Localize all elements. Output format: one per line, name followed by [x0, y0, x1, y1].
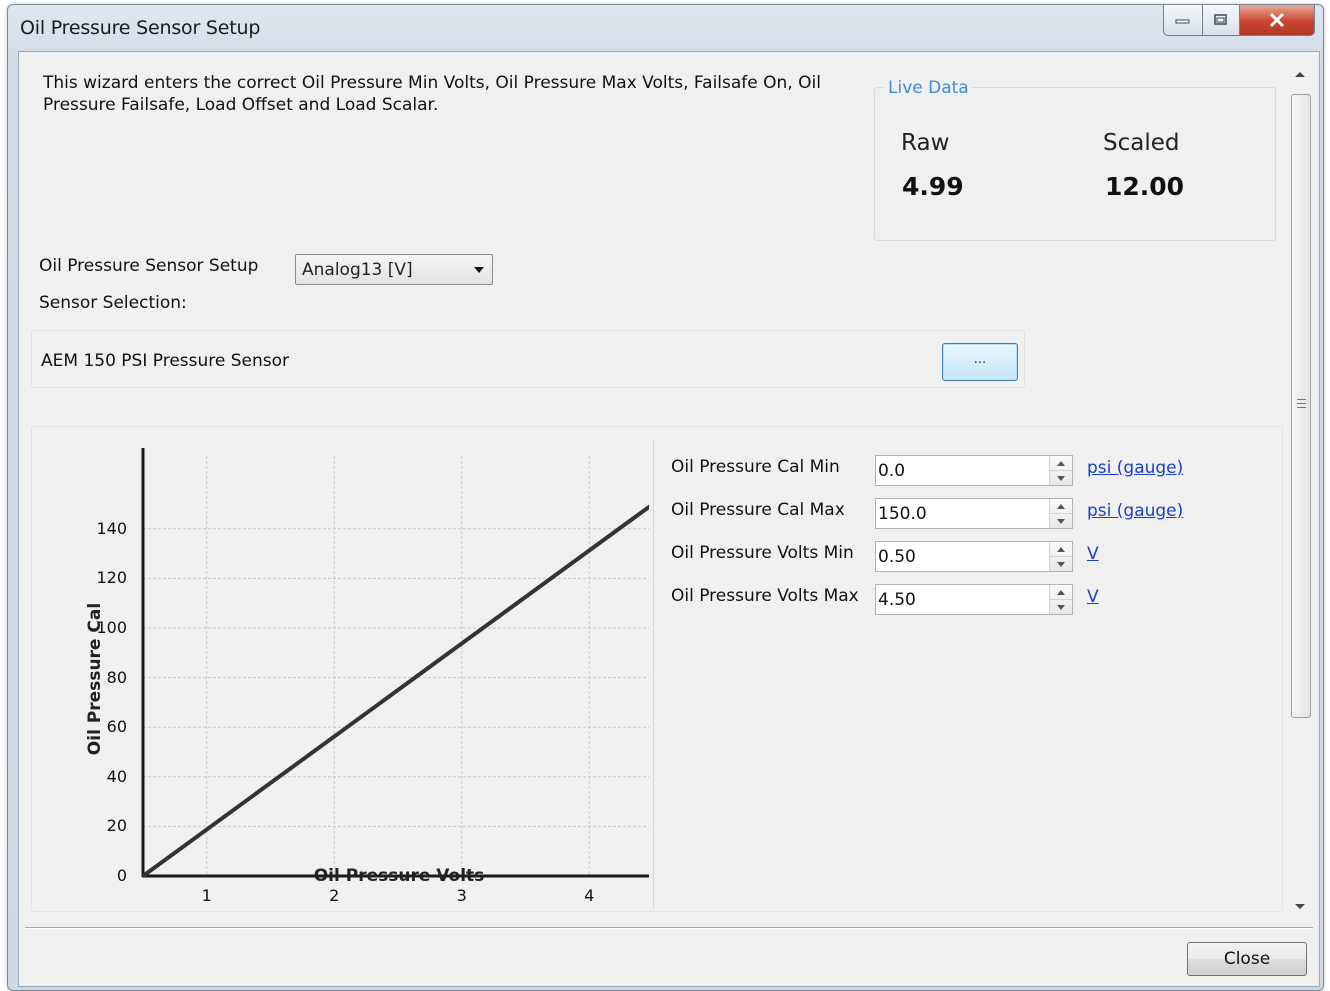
dialog-window: Oil Pressure Sensor Setup This wizard en… [7, 4, 1324, 991]
volts-max-unit-link[interactable]: V [1087, 587, 1099, 607]
x-tick-label: 1 [201, 886, 212, 905]
x-tick-label: 4 [584, 886, 595, 905]
cal-max-unit-link[interactable]: psi (gauge) [1087, 501, 1183, 521]
chart-canvas [141, 448, 649, 878]
sensor-name: AEM 150 PSI Pressure Sensor [41, 351, 290, 371]
spin-down-button[interactable] [1050, 514, 1072, 528]
cal-min-input[interactable]: 0.0 [875, 455, 1073, 486]
spin-down-button[interactable] [1050, 471, 1072, 485]
cal-max-stepper[interactable] [1049, 499, 1072, 528]
dialog-client-area: This wizard enters the correct Oil Press… [18, 51, 1320, 987]
maximize-button[interactable] [1203, 5, 1240, 36]
cal-min-stepper[interactable] [1049, 456, 1072, 485]
volts-max-stepper[interactable] [1049, 585, 1072, 614]
close-button[interactable]: Close [1187, 942, 1307, 976]
volts-min-unit-link[interactable]: V [1087, 544, 1099, 564]
browse-sensor-button[interactable]: ... [942, 343, 1018, 381]
panel-divider [653, 440, 654, 908]
wizard-description: This wizard enters the correct Oil Press… [43, 73, 821, 115]
close-icon [1269, 12, 1285, 28]
y-tick-label: 20 [106, 816, 127, 836]
spin-up-button[interactable] [1050, 499, 1072, 514]
arrow-down-icon [1057, 518, 1065, 524]
y-tick-label: 140 [96, 518, 127, 538]
raw-label: Raw [901, 130, 950, 156]
x-tick-label: 2 [329, 886, 340, 905]
sensor-selection-label: Sensor Selection: [39, 293, 187, 313]
spin-up-button[interactable] [1050, 585, 1072, 600]
maximize-icon [1214, 14, 1227, 25]
volts-min-input[interactable]: 0.50 [875, 541, 1073, 572]
cal-min-unit-link[interactable]: psi (gauge) [1087, 458, 1183, 478]
arrow-up-icon [1057, 589, 1065, 595]
arrow-down-icon [1057, 604, 1065, 610]
cal-max-input[interactable]: 150.0 [875, 498, 1073, 529]
volts-min-stepper[interactable] [1049, 542, 1072, 571]
volts-max-label: Oil Pressure Volts Max [671, 586, 859, 606]
vertical-scrollbar[interactable] [1287, 62, 1315, 920]
cal-max-label: Oil Pressure Cal Max [671, 500, 845, 520]
live-data-group [874, 87, 1276, 241]
raw-value: 4.99 [902, 172, 964, 201]
close-window-button[interactable] [1240, 5, 1315, 36]
scaled-label: Scaled [1103, 130, 1180, 156]
arrow-up-icon [1057, 460, 1065, 466]
series-line [141, 504, 649, 878]
spin-up-button[interactable] [1050, 542, 1072, 557]
volts-max-value: 4.50 [878, 590, 916, 610]
live-data-title: Live Data [885, 78, 972, 98]
cal-max-value: 150.0 [878, 504, 927, 524]
arrow-down-icon [1057, 475, 1065, 481]
y-tick-label: 0 [116, 866, 127, 885]
sensor-setup-label: Oil Pressure Sensor Setup [39, 256, 259, 276]
dropdown-value: Analog13 [V] [302, 260, 413, 280]
scroll-down-icon[interactable] [1295, 904, 1305, 909]
sensor-setup-dropdown[interactable]: Analog13 [V] [295, 254, 493, 285]
arrow-down-icon [1057, 561, 1065, 567]
footer-divider [25, 927, 1313, 929]
minimize-button[interactable] [1163, 5, 1203, 36]
x-axis-label: Oil Pressure Volts [313, 866, 485, 886]
y-axis-label: Oil Pressure Cal [85, 602, 105, 756]
sensor-selection-panel: AEM 150 PSI Pressure Sensor ... [31, 330, 1025, 388]
minimize-icon [1175, 19, 1190, 24]
cal-min-label: Oil Pressure Cal Min [671, 457, 840, 477]
grip-icon [1297, 399, 1306, 410]
x-tick-label: 3 [456, 886, 467, 905]
scaled-value: 12.00 [1105, 172, 1185, 201]
arrow-up-icon [1057, 546, 1065, 552]
spin-down-button[interactable] [1050, 600, 1072, 614]
arrow-up-icon [1057, 503, 1065, 509]
window-title: Oil Pressure Sensor Setup [20, 17, 261, 39]
scroll-up-icon[interactable] [1295, 72, 1305, 77]
cal-min-value: 0.0 [878, 461, 906, 481]
caption-buttons [1163, 5, 1315, 36]
chevron-down-icon [474, 267, 484, 273]
spin-up-button[interactable] [1050, 456, 1072, 471]
volts-min-value: 0.50 [878, 547, 916, 567]
title-bar[interactable]: Oil Pressure Sensor Setup [8, 5, 1323, 49]
scroll-thumb[interactable] [1291, 94, 1311, 718]
volts-min-label: Oil Pressure Volts Min [671, 543, 854, 563]
volts-max-input[interactable]: 4.50 [875, 584, 1073, 615]
spin-down-button[interactable] [1050, 557, 1072, 571]
